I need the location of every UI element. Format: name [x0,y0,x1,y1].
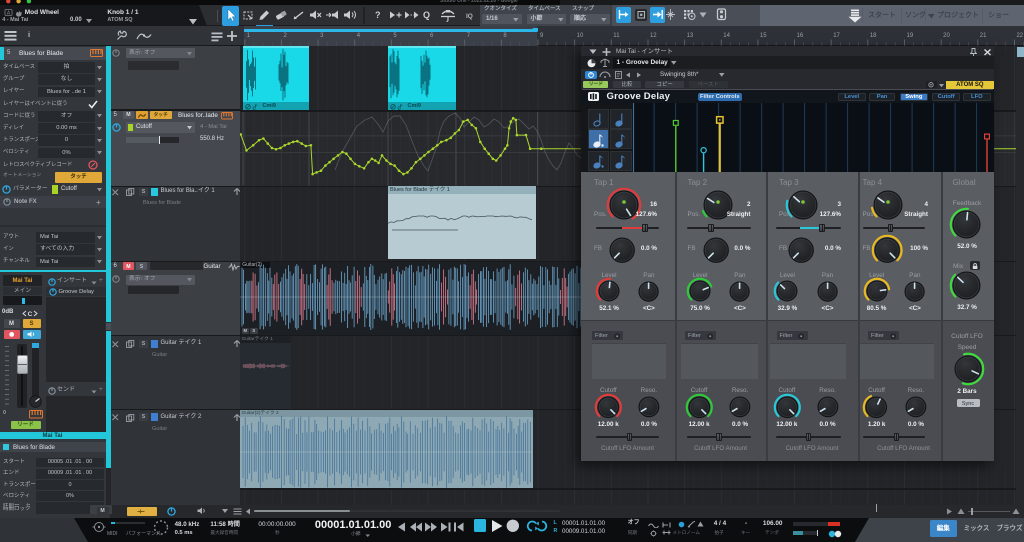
svg-text:C: C [28,311,33,317]
